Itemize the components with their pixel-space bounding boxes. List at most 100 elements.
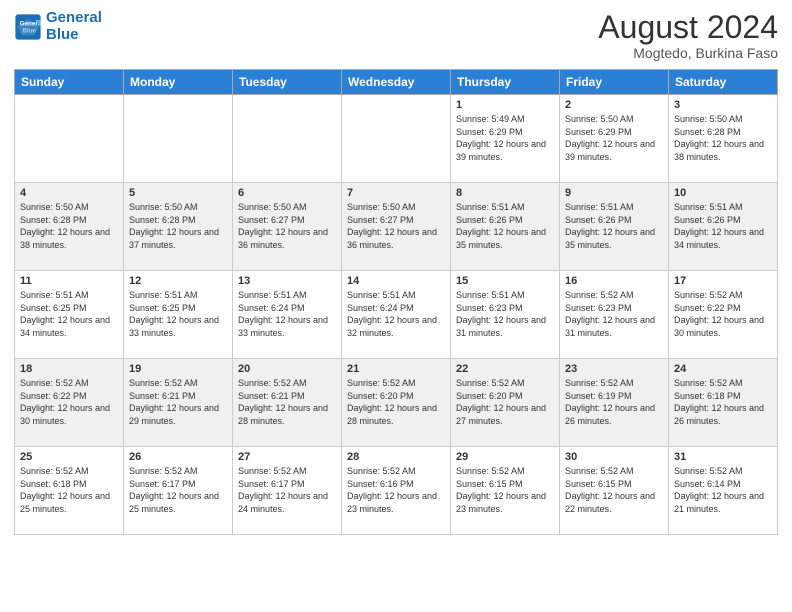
day-info: Sunrise: 5:51 AM Sunset: 6:24 PM Dayligh… — [347, 289, 445, 339]
header-sunday: Sunday — [15, 70, 124, 95]
calendar-cell: 26Sunrise: 5:52 AM Sunset: 6:17 PM Dayli… — [124, 447, 233, 535]
day-info: Sunrise: 5:51 AM Sunset: 6:26 PM Dayligh… — [456, 201, 554, 251]
day-info: Sunrise: 5:52 AM Sunset: 6:18 PM Dayligh… — [20, 465, 118, 515]
header-tuesday: Tuesday — [233, 70, 342, 95]
day-number: 29 — [456, 451, 554, 463]
day-number: 12 — [129, 275, 227, 287]
day-info: Sunrise: 5:52 AM Sunset: 6:19 PM Dayligh… — [565, 377, 663, 427]
day-number: 11 — [20, 275, 118, 287]
day-info: Sunrise: 5:52 AM Sunset: 6:14 PM Dayligh… — [674, 465, 772, 515]
day-info: Sunrise: 5:51 AM Sunset: 6:26 PM Dayligh… — [674, 201, 772, 251]
day-number: 5 — [129, 187, 227, 199]
day-info: Sunrise: 5:52 AM Sunset: 6:17 PM Dayligh… — [129, 465, 227, 515]
day-info: Sunrise: 5:52 AM Sunset: 6:16 PM Dayligh… — [347, 465, 445, 515]
header-monday: Monday — [124, 70, 233, 95]
page: General Blue General Blue August 2024 Mo… — [0, 0, 792, 545]
calendar-cell: 5Sunrise: 5:50 AM Sunset: 6:28 PM Daylig… — [124, 183, 233, 271]
day-number: 2 — [565, 99, 663, 111]
day-info: Sunrise: 5:52 AM Sunset: 6:22 PM Dayligh… — [674, 289, 772, 339]
subtitle: Mogtedo, Burkina Faso — [598, 45, 778, 61]
calendar-cell: 29 Sunrise: 5:52 AM Sunset: 6:15 PM Dayli… — [451, 447, 560, 535]
calendar-cell: 27Sunrise: 5:52 AM Sunset: 6:17 PM Dayli… — [233, 447, 342, 535]
day-number: 23 — [565, 363, 663, 375]
header-friday: Friday — [560, 70, 669, 95]
day-info: Sunrise: 5:52 AM Sunset: 6:20 PM Dayligh… — [456, 377, 554, 427]
day-info: Sunrise: 5:52 AM Sunset: 6:15 PM Dayligh… — [456, 465, 554, 515]
day-info: Sunrise: 5:51 AM Sunset: 6:23 PM Dayligh… — [456, 289, 554, 339]
calendar-cell — [15, 95, 124, 183]
day-number: 18 — [20, 363, 118, 375]
day-number: 20 — [238, 363, 336, 375]
calendar-cell: 14 Sunrise: 5:51 AM Sunset: 6:24 PM Dayli… — [342, 271, 451, 359]
calendar-cell: 7Sunrise: 5:50 AM Sunset: 6:27 PM Daylig… — [342, 183, 451, 271]
calendar-cell: 11 Sunrise: 5:51 AM Sunset: 6:25 PM Dayli… — [15, 271, 124, 359]
calendar-cell: 16Sunrise: 5:52 AM Sunset: 6:23 PM Dayli… — [560, 271, 669, 359]
week-row-3: 11 Sunrise: 5:51 AM Sunset: 6:25 PM Dayli… — [15, 271, 778, 359]
calendar-table: SundayMondayTuesdayWednesdayThursdayFrid… — [14, 69, 778, 535]
day-info: Sunrise: 5:52 AM Sunset: 6:22 PM Dayligh… — [20, 377, 118, 427]
calendar-cell: 4 Sunrise: 5:50 AM Sunset: 6:28 PM Daylig… — [15, 183, 124, 271]
header-thursday: Thursday — [451, 70, 560, 95]
calendar-cell: 24 Sunrise: 5:52 AM Sunset: 6:18 PM Dayli… — [669, 359, 778, 447]
day-info: Sunrise: 5:52 AM Sunset: 6:15 PM Dayligh… — [565, 465, 663, 515]
day-number: 4 — [20, 187, 118, 199]
calendar-cell: 12 Sunrise: 5:51 AM Sunset: 6:25 PM Dayli… — [124, 271, 233, 359]
logo-icon: General Blue — [14, 13, 42, 41]
calendar-cell: 25 Sunrise: 5:52 AM Sunset: 6:18 PM Dayli… — [15, 447, 124, 535]
logo-text: General Blue — [46, 10, 102, 43]
day-info: Sunrise: 5:51 AM Sunset: 6:25 PM Dayligh… — [129, 289, 227, 339]
calendar-cell: 2 Sunrise: 5:50 AM Sunset: 6:29 PM Daylig… — [560, 95, 669, 183]
day-info: Sunrise: 5:50 AM Sunset: 6:29 PM Dayligh… — [565, 113, 663, 163]
calendar-cell: 15 Sunrise: 5:51 AM Sunset: 6:23 PM Dayli… — [451, 271, 560, 359]
calendar-cell: 21Sunrise: 5:52 AM Sunset: 6:20 PM Dayli… — [342, 359, 451, 447]
day-info: Sunrise: 5:50 AM Sunset: 6:27 PM Dayligh… — [347, 201, 445, 251]
calendar-cell: 13 Sunrise: 5:51 AM Sunset: 6:24 PM Dayli… — [233, 271, 342, 359]
day-number: 13 — [238, 275, 336, 287]
day-info: Sunrise: 5:52 AM Sunset: 6:21 PM Dayligh… — [129, 377, 227, 427]
day-number: 22 — [456, 363, 554, 375]
day-info: Sunrise: 5:51 AM Sunset: 6:25 PM Dayligh… — [20, 289, 118, 339]
calendar-cell: 20 Sunrise: 5:52 AM Sunset: 6:21 PM Dayli… — [233, 359, 342, 447]
day-info: Sunrise: 5:52 AM Sunset: 6:20 PM Dayligh… — [347, 377, 445, 427]
day-info: Sunrise: 5:52 AM Sunset: 6:21 PM Dayligh… — [238, 377, 336, 427]
calendar-cell — [233, 95, 342, 183]
calendar-header-row: SundayMondayTuesdayWednesdayThursdayFrid… — [15, 70, 778, 95]
day-number: 19 — [129, 363, 227, 375]
header-wednesday: Wednesday — [342, 70, 451, 95]
calendar-cell: 8 Sunrise: 5:51 AM Sunset: 6:26 PM Daylig… — [451, 183, 560, 271]
day-number: 17 — [674, 275, 772, 287]
calendar-cell — [124, 95, 233, 183]
week-row-4: 18 Sunrise: 5:52 AM Sunset: 6:22 PM Dayli… — [15, 359, 778, 447]
day-info: Sunrise: 5:51 AM Sunset: 6:24 PM Dayligh… — [238, 289, 336, 339]
week-row-2: 4 Sunrise: 5:50 AM Sunset: 6:28 PM Daylig… — [15, 183, 778, 271]
day-info: Sunrise: 5:52 AM Sunset: 6:23 PM Dayligh… — [565, 289, 663, 339]
day-number: 25 — [20, 451, 118, 463]
calendar-cell: 10 Sunrise: 5:51 AM Sunset: 6:26 PM Dayli… — [669, 183, 778, 271]
calendar-cell: 18 Sunrise: 5:52 AM Sunset: 6:22 PM Dayli… — [15, 359, 124, 447]
logo-line1: General — [46, 9, 102, 26]
day-number: 27 — [238, 451, 336, 463]
calendar-cell: 22 Sunrise: 5:52 AM Sunset: 6:20 PM Dayli… — [451, 359, 560, 447]
day-info: Sunrise: 5:52 AM Sunset: 6:18 PM Dayligh… — [674, 377, 772, 427]
day-info: Sunrise: 5:50 AM Sunset: 6:28 PM Dayligh… — [20, 201, 118, 251]
calendar-cell: 1Sunrise: 5:49 AM Sunset: 6:29 PM Daylig… — [451, 95, 560, 183]
day-number: 31 — [674, 451, 772, 463]
week-row-5: 25 Sunrise: 5:52 AM Sunset: 6:18 PM Dayli… — [15, 447, 778, 535]
calendar-cell: 19 Sunrise: 5:52 AM Sunset: 6:21 PM Dayli… — [124, 359, 233, 447]
day-number: 10 — [674, 187, 772, 199]
calendar-cell: 23 Sunrise: 5:52 AM Sunset: 6:19 PM Dayli… — [560, 359, 669, 447]
calendar-cell: 30Sunrise: 5:52 AM Sunset: 6:15 PM Dayli… — [560, 447, 669, 535]
week-row-1: 1Sunrise: 5:49 AM Sunset: 6:29 PM Daylig… — [15, 95, 778, 183]
day-number: 6 — [238, 187, 336, 199]
day-number: 8 — [456, 187, 554, 199]
day-number: 14 — [347, 275, 445, 287]
day-number: 9 — [565, 187, 663, 199]
day-info: Sunrise: 5:50 AM Sunset: 6:28 PM Dayligh… — [674, 113, 772, 163]
header-saturday: Saturday — [669, 70, 778, 95]
svg-text:Blue: Blue — [22, 27, 36, 34]
day-number: 15 — [456, 275, 554, 287]
day-number: 24 — [674, 363, 772, 375]
header: General Blue General Blue August 2024 Mo… — [14, 10, 778, 61]
calendar-cell: 9Sunrise: 5:51 AM Sunset: 6:26 PM Daylig… — [560, 183, 669, 271]
calendar-cell: 17 Sunrise: 5:52 AM Sunset: 6:22 PM Dayli… — [669, 271, 778, 359]
